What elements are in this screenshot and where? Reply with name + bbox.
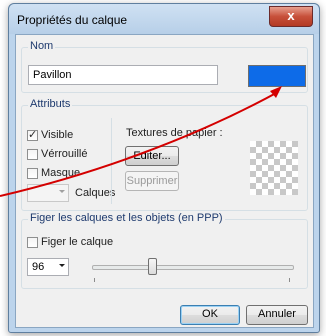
attributes-group: Attributs Visible Vérrouillé Masque Calq… (21, 98, 308, 211)
locked-checkbox[interactable] (27, 148, 38, 160)
name-group-label: Nom (28, 40, 56, 52)
attributes-divider (111, 118, 112, 204)
layer-color-swatch[interactable] (248, 65, 306, 87)
freeze-checkbox-row[interactable]: Figer le calque (27, 236, 113, 248)
texture-preview (250, 141, 298, 195)
edit-texture-button[interactable]: Editer... (125, 146, 179, 166)
delete-texture-button[interactable]: Supprimer (125, 171, 179, 191)
locked-checkbox-row[interactable]: Vérrouillé (27, 148, 87, 160)
chevron-down-icon (59, 190, 65, 193)
freeze-group-label: Figer les calques et les objets (en PPP) (28, 212, 225, 224)
freeze-group: Figer les calques et les objets (en PPP)… (21, 212, 308, 289)
freeze-label: Figer le calque (41, 236, 114, 248)
visible-label: Visible (41, 129, 74, 141)
layers-label: Calques (75, 187, 116, 199)
ppp-slider-thumb[interactable] (148, 258, 157, 275)
name-group: Nom (21, 40, 308, 93)
layers-dropdown[interactable] (27, 184, 69, 202)
mask-checkbox-row[interactable]: Masque (27, 167, 80, 179)
visible-checkbox-row[interactable]: Visible (27, 128, 74, 141)
locked-label: Vérrouillé (41, 148, 88, 160)
title-bar: Propriétés du calque x (9, 4, 319, 34)
close-button[interactable]: x (269, 6, 313, 27)
paper-textures-label: Textures de papier : (126, 127, 223, 139)
freeze-checkbox[interactable] (27, 236, 38, 248)
ppp-slider-track[interactable] (92, 265, 294, 270)
mask-label: Masque (41, 167, 81, 179)
slider-tick (94, 278, 95, 282)
cancel-button[interactable]: Annuler (246, 305, 308, 325)
chevron-down-icon (59, 264, 65, 267)
ok-button[interactable]: OK (180, 305, 240, 325)
slider-tick (289, 278, 290, 282)
attributes-group-label: Attributs (28, 98, 73, 110)
layer-name-input[interactable] (28, 65, 218, 85)
ppp-value: 96 (32, 261, 45, 273)
layer-properties-dialog: Propriétés du calque x Nom Attributs Vis… (8, 3, 320, 333)
visible-checkbox[interactable] (27, 128, 38, 141)
dialog-body: Nom Attributs Visible Vérrouillé Masque (15, 34, 314, 328)
mask-checkbox[interactable] (27, 167, 38, 179)
ppp-dropdown[interactable]: 96 (27, 258, 69, 276)
dialog-title: Propriétés du calque (17, 13, 128, 27)
